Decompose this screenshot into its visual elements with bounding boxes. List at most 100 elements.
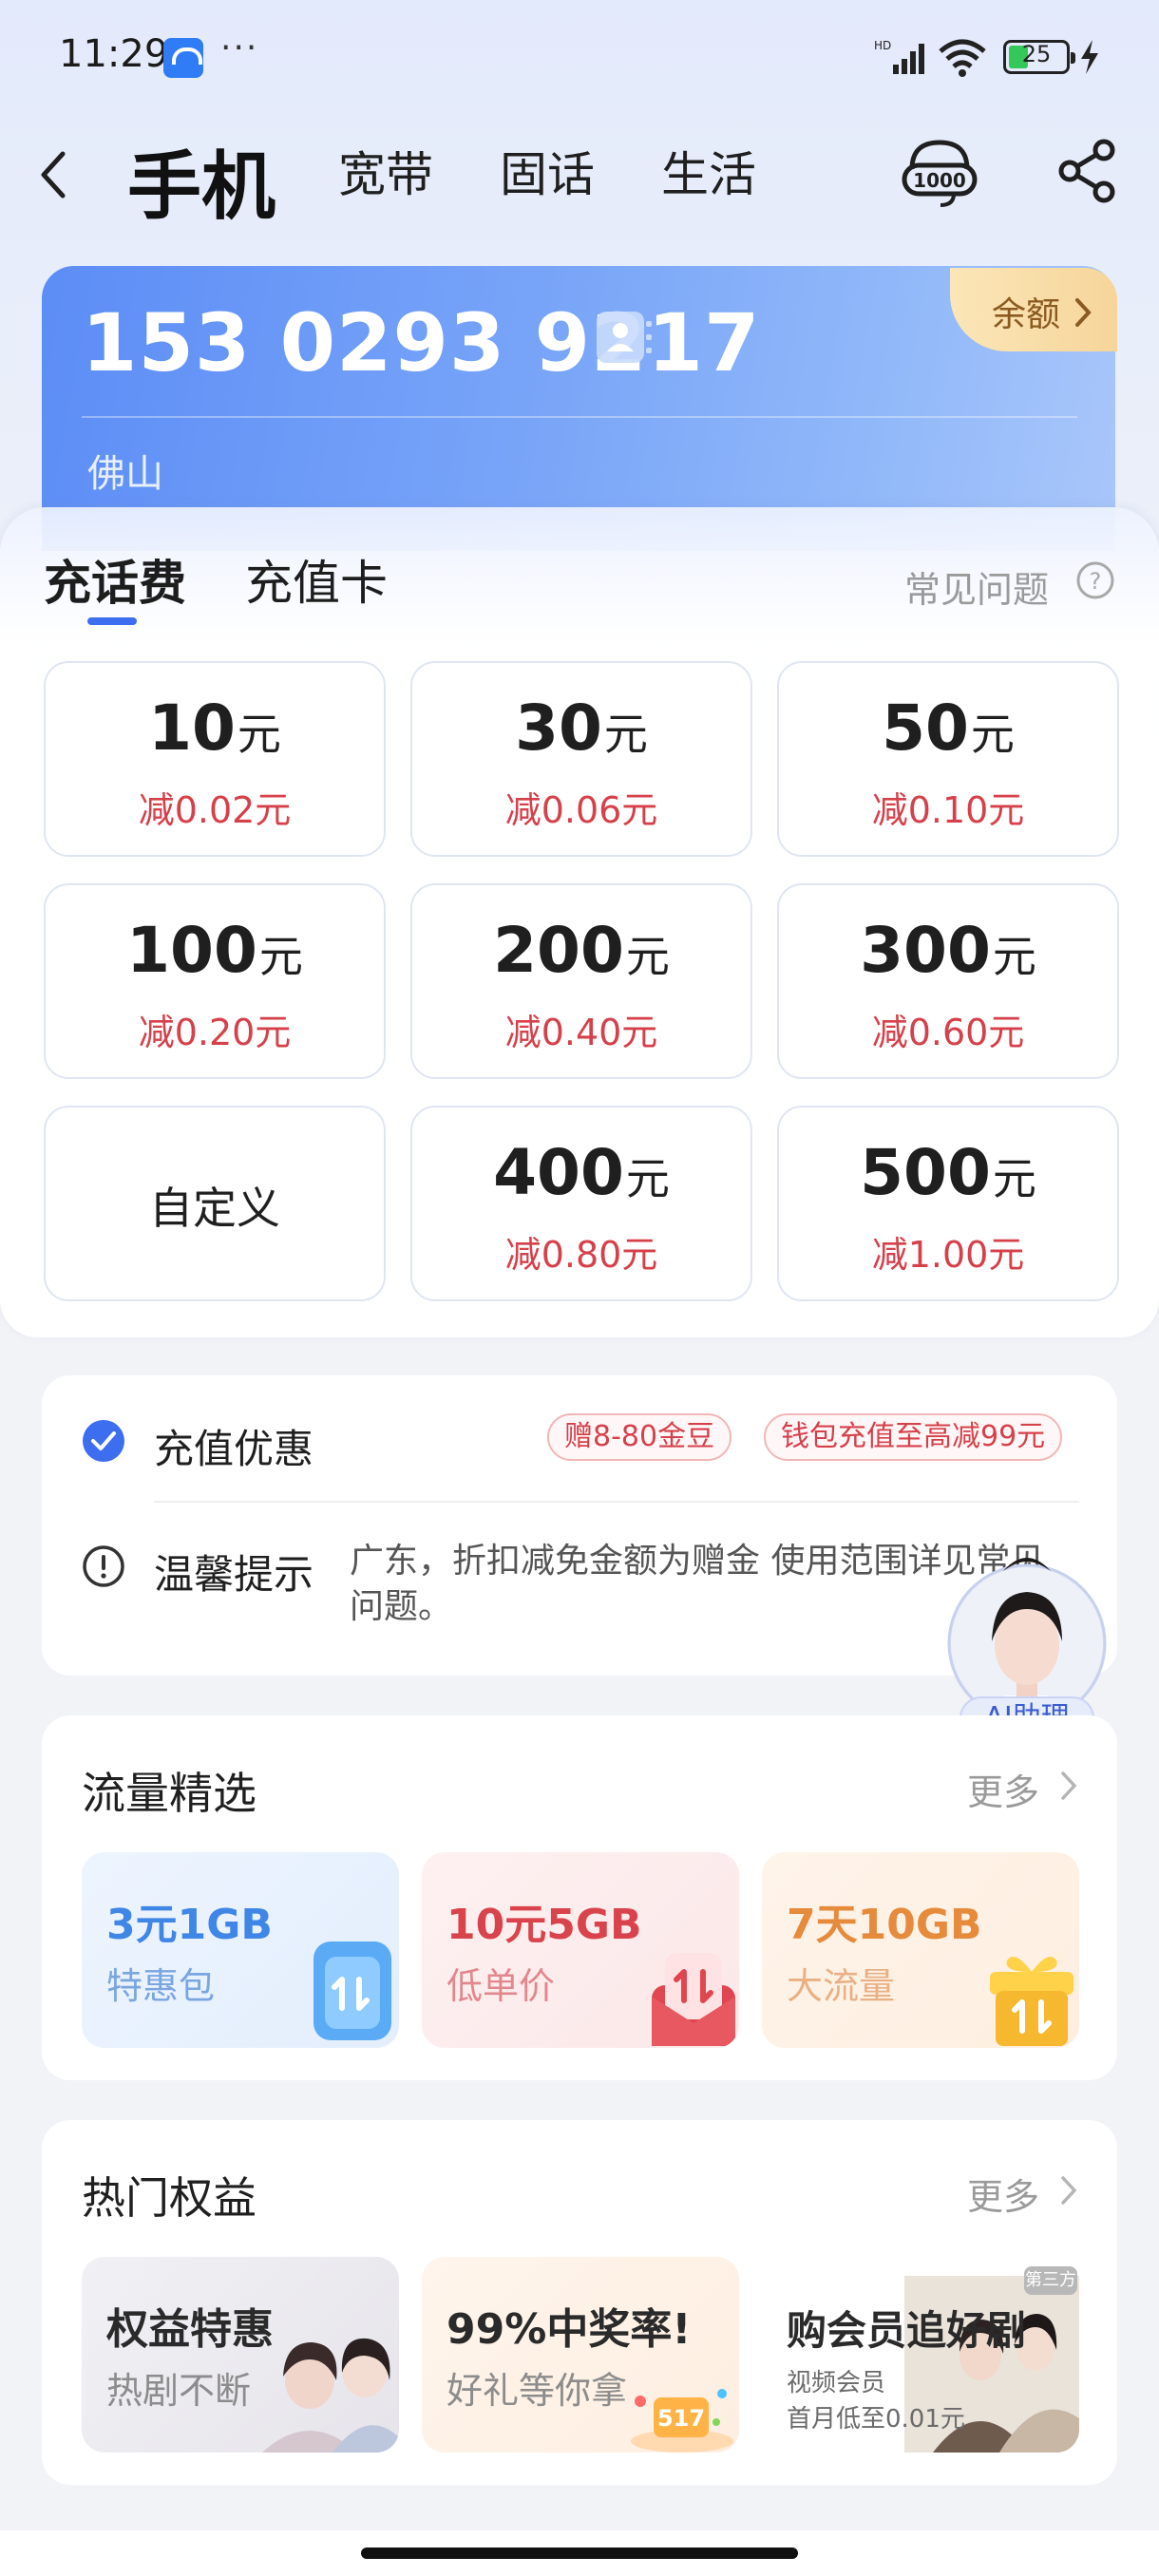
battery-level: 25 [1021,41,1052,67]
hot-perks-section: 热门权益 更多 权益特惠 热剧不断 99%中奖率! 好礼等你拿 517 第三方 … [42,2120,1117,2485]
data-pack-card-2[interactable]: 10元5GB 低单价 [422,1852,739,2048]
perk-subtitle: 热剧不断 [106,2370,252,2412]
third-party-tag: 第三方 [1024,2266,1077,2295]
perk-title: 购会员追好剧 [787,2307,1027,2354]
status-bar: 11:29 ··· HD 25 [0,0,1159,114]
wifi-icon [939,39,986,77]
phone-number: 153 0293 9217 [82,296,761,389]
option-discount: 减0.60元 [871,1012,1025,1053]
phone-data-icon [314,1941,391,2040]
pack-subtitle: 特惠包 [106,1965,216,2007]
svg-text:1000: 1000 [913,169,966,192]
option-discount: 减0.80元 [504,1234,658,1276]
perk-card-2[interactable]: 99%中奖率! 好礼等你拿 517 [422,2257,739,2453]
data-picks-more[interactable]: 更多 [967,1763,1039,1815]
svg-text:517: 517 [657,2405,705,2432]
perk-card-1[interactable]: 权益特惠 热剧不断 [82,2257,399,2453]
custom-amount-label: 自定义 [149,1183,280,1234]
pack-title: 10元5GB [446,1901,642,1949]
gift-box-icon [990,1957,1074,2046]
carrier-icon [163,38,203,78]
option-amount: 200元 [493,914,670,987]
hot-perks-more[interactable]: 更多 [967,2168,1039,2220]
recharge-option-500[interactable]: 500元 减1.00元 [777,1106,1119,1301]
recharge-option-100[interactable]: 100元 减0.20元 [44,883,386,1079]
perk-title: 权益特惠 [106,2305,274,2354]
tab-landline[interactable]: 固话 [500,137,595,205]
option-discount: 减0.20元 [138,1012,292,1053]
option-discount: 减0.02元 [138,789,292,831]
svg-text:HD: HD [874,39,891,52]
status-time: 11:29 [59,32,169,76]
pack-title: 7天10GB [787,1901,982,1949]
hot-perks-title: 热门权益 [82,2172,256,2224]
tab-recharge-card[interactable]: 充值卡 [245,545,388,614]
help-icon[interactable]: ? [1075,560,1115,600]
share-icon[interactable] [1054,137,1121,205]
battery-icon: 25 [1003,40,1075,74]
checkbox-checked-icon[interactable] [82,1419,125,1463]
option-amount: 300元 [860,914,1036,987]
pack-subtitle: 低单价 [446,1965,556,2007]
recharge-option-30[interactable]: 30元 减0.06元 [410,661,752,857]
option-discount: 减0.10元 [871,789,1025,831]
tab-recharge-fee[interactable]: 充话费 [44,545,186,614]
pack-title: 3元1GB [106,1901,273,1949]
signal-icon: HD [874,39,924,74]
data-picks-section: 流量精选 更多 3元1GB 特惠包 10元5GB 低单价 7天10GB 大流量 [42,1715,1117,2080]
data-envelope-icon [652,1953,735,2046]
balance-chevron-icon [1075,298,1092,327]
drama-couple-image [262,2338,399,2453]
option-amount: 500元 [860,1136,1036,1209]
faq-link[interactable]: 常见问题 [904,560,1049,613]
charging-icon [1081,40,1098,74]
balance-label[interactable]: 余额 [992,287,1060,336]
recharge-option-200[interactable]: 200元 减0.40元 [410,883,752,1079]
customer-service-icon[interactable]: 1000 [901,135,978,211]
promo-title: 充值优惠 [154,1426,314,1472]
option-discount: 减0.40元 [504,1012,658,1053]
tab-life[interactable]: 生活 [661,137,756,205]
tab-broadband[interactable]: 宽带 [338,137,433,205]
recharge-panel: 充话费 充值卡 常见问题 ? 10元 减0.02元 30元 减0.06元 50元… [0,507,1159,1337]
option-amount: 50元 [882,691,1015,765]
option-discount: 减0.06元 [504,789,658,831]
recharge-option-400[interactable]: 400元 减0.80元 [410,1106,752,1301]
home-indicator[interactable] [361,2548,798,2559]
data-picks-title: 流量精选 [82,1768,256,1819]
perk-title: 99%中奖率! [446,2305,692,2354]
promo-badge-beans: 赠8-80金豆 [547,1413,732,1461]
card-divider [82,416,1077,418]
pack-subtitle: 大流量 [787,1965,896,2007]
perk-subtitle: 好礼等你拿 [446,2370,628,2412]
data-pack-card-3[interactable]: 7天10GB 大流量 [762,1852,1079,2048]
tab-phone[interactable]: 手机 [127,127,276,234]
info-alert-icon [83,1545,124,1587]
top-nav: 手机 宽带 固话 生活 1000 [0,123,1159,230]
option-discount: 减1.00元 [871,1234,1025,1276]
recharge-option-10[interactable]: 10元 减0.02元 [44,661,386,857]
recharge-option-300[interactable]: 300元 减0.60元 [777,883,1119,1079]
option-amount: 400元 [493,1136,670,1209]
svg-text:?: ? [1090,568,1102,595]
lucky-draw-icon: 517 [631,2389,733,2453]
chevron-right-icon [1061,2176,1077,2205]
data-pack-card-1[interactable]: 3元1GB 特惠包 [82,1852,399,2048]
option-amount: 30元 [515,691,648,765]
phone-city: 佛山 [87,452,163,496]
active-tab-indicator [87,617,137,625]
chevron-right-icon [1061,1771,1077,1800]
recharge-option-custom[interactable]: 自定义 [44,1106,386,1301]
promo-badge-wallet: 钱包充值至高减99元 [764,1413,1063,1461]
tip-label: 温馨提示 [154,1551,314,1598]
perk-subtitle-2: 首月低至0.01元 [787,2405,965,2434]
perk-card-3[interactable]: 第三方 购会员追好剧 视频会员 首月低至0.01元 [762,2257,1079,2453]
back-icon[interactable] [34,148,72,201]
option-amount: 100元 [126,914,303,987]
more-notifications-icon: ··· [220,28,259,67]
recharge-option-50[interactable]: 50元 减0.10元 [777,661,1119,857]
option-amount: 10元 [148,691,281,765]
perk-subtitle: 视频会员 [787,2369,886,2397]
contacts-icon[interactable] [593,308,654,367]
promo-divider [154,1501,1079,1503]
